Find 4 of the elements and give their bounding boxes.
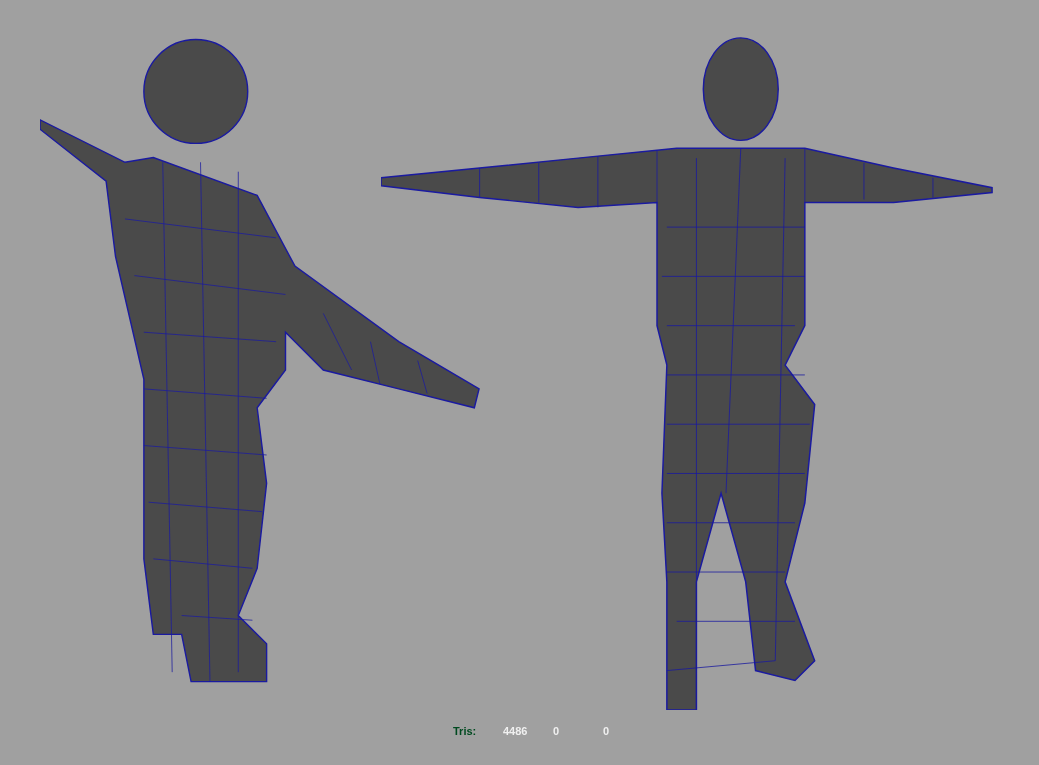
hud-value: 4486 [503, 724, 529, 739]
hud-value: 0 [553, 724, 561, 739]
hud-label: Tris: [453, 724, 478, 739]
hud-value: 0 [603, 724, 611, 739]
